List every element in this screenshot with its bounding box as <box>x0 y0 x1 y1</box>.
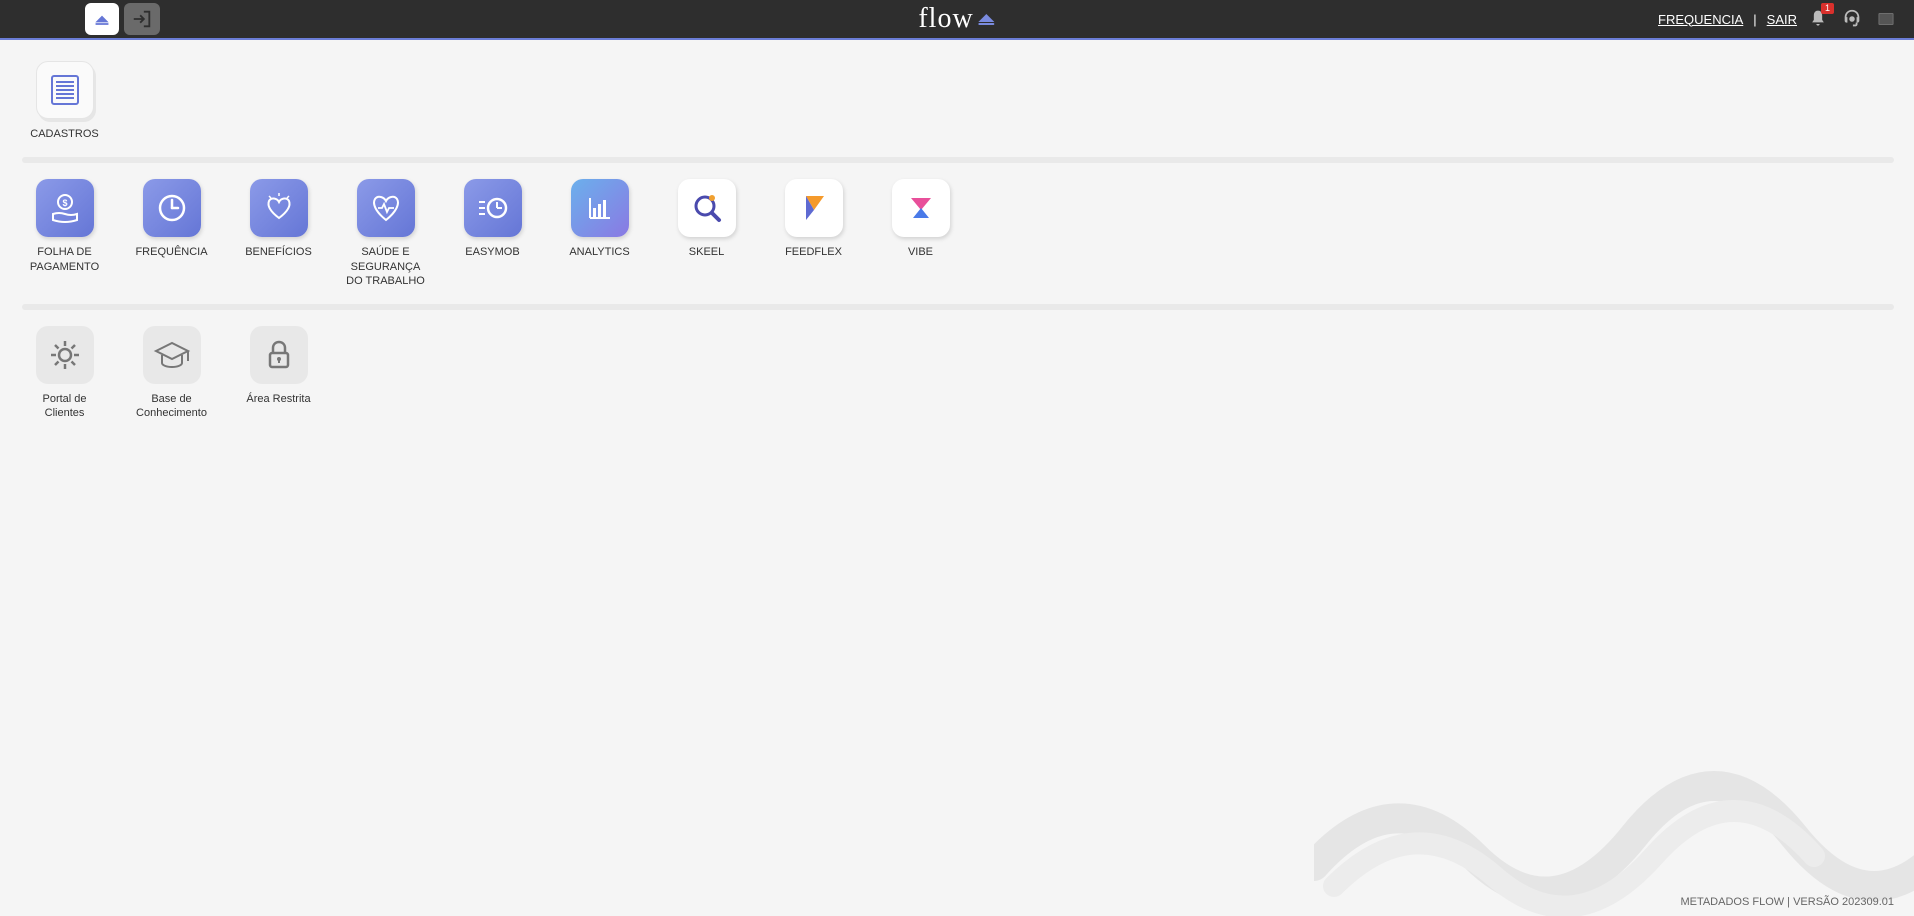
tile-label: SAÚDE E SEGURANÇA DO TRABALHO <box>343 245 428 288</box>
content: CADASTROS $ FOLHA DE PAGAMENTO <box>0 40 1914 435</box>
tile-folha-pagamento[interactable]: $ FOLHA DE PAGAMENTO <box>22 179 107 288</box>
clock-icon <box>143 179 201 237</box>
tile-label: CADASTROS <box>30 127 98 141</box>
heart-pulse-icon <box>357 179 415 237</box>
section-modules: $ FOLHA DE PAGAMENTO FREQUÊNCIA <box>22 173 1894 310</box>
tile-vibe[interactable]: VIBE <box>878 179 963 288</box>
sair-link[interactable]: SAIR <box>1767 12 1797 27</box>
magnifier-icon <box>678 179 736 237</box>
notification-badge: 1 <box>1821 3 1834 14</box>
logo-text: flow <box>918 3 973 35</box>
tile-label: Área Restrita <box>246 392 310 406</box>
messages-button[interactable] <box>1873 6 1899 32</box>
tile-cadastros[interactable]: CADASTROS <box>22 61 107 141</box>
tile-label: Base de Conhecimento <box>129 392 214 421</box>
tile-label: FREQUÊNCIA <box>135 245 207 259</box>
bar-chart-icon <box>571 179 629 237</box>
tile-feedflex[interactable]: FEEDFLEX <box>771 179 856 288</box>
background-wave <box>1314 716 1914 916</box>
message-icon <box>1876 9 1896 29</box>
exit-icon <box>131 8 153 30</box>
lock-icon <box>250 326 308 384</box>
speed-clock-icon <box>464 179 522 237</box>
footer-version: METADADOS FLOW | VERSÃO 202309.01 <box>1680 896 1894 908</box>
tile-base-conhecimento[interactable]: Base de Conhecimento <box>129 326 214 421</box>
tile-beneficios[interactable]: BENEFÍCIOS <box>236 179 321 288</box>
topbar-right: FREQUENCIA | SAIR 1 <box>1658 6 1899 32</box>
gear-icon <box>36 326 94 384</box>
exit-button[interactable] <box>124 3 160 35</box>
divider <box>22 157 1894 163</box>
topbar-left <box>85 3 160 35</box>
headset-icon <box>1841 8 1863 30</box>
tile-row-3: Portal de Clientes Base de Conhecimento <box>22 320 1894 435</box>
section-tools: Portal de Clientes Base de Conhecimento <box>22 320 1894 435</box>
separator: | <box>1753 12 1756 27</box>
tile-portal-clientes[interactable]: Portal de Clientes <box>22 326 107 421</box>
tile-skeel[interactable]: SKEEL <box>664 179 749 288</box>
tile-row-2: $ FOLHA DE PAGAMENTO FREQUÊNCIA <box>22 173 1894 302</box>
logo-mark-icon <box>978 12 996 26</box>
tile-label: BENEFÍCIOS <box>245 245 312 259</box>
section-cadastros: CADASTROS <box>22 55 1894 163</box>
tile-label: EASYMOB <box>465 245 519 259</box>
tile-analytics[interactable]: ANALYTICS <box>557 179 642 288</box>
svg-text:$: $ <box>62 198 67 208</box>
heart-shine-icon <box>250 179 308 237</box>
frequencia-link[interactable]: FREQUENCIA <box>1658 12 1743 27</box>
tile-label: Portal de Clientes <box>22 392 107 421</box>
divider <box>22 304 1894 310</box>
tile-saude-seguranca[interactable]: SAÚDE E SEGURANÇA DO TRABALHO <box>343 179 428 288</box>
tile-label: FEEDFLEX <box>785 245 842 259</box>
tile-frequencia[interactable]: FREQUÊNCIA <box>129 179 214 288</box>
document-lines-icon <box>36 61 94 119</box>
logo: flow <box>918 3 995 35</box>
tile-row-1: CADASTROS <box>22 55 1894 155</box>
tile-label: ANALYTICS <box>569 245 629 259</box>
graduation-cap-icon <box>143 326 201 384</box>
vibe-icon <box>892 179 950 237</box>
feedflex-icon <box>785 179 843 237</box>
home-icon <box>92 9 112 29</box>
home-button[interactable] <box>85 3 119 35</box>
tile-label: SKEEL <box>689 245 724 259</box>
tile-area-restrita[interactable]: Área Restrita <box>236 326 321 421</box>
topbar: flow FREQUENCIA | SAIR 1 <box>0 0 1914 40</box>
notifications-button[interactable]: 1 <box>1805 6 1831 32</box>
tile-easymob[interactable]: EASYMOB <box>450 179 535 288</box>
money-hand-icon: $ <box>36 179 94 237</box>
support-button[interactable] <box>1839 6 1865 32</box>
tile-label: FOLHA DE PAGAMENTO <box>22 245 107 274</box>
tile-label: VIBE <box>908 245 933 259</box>
